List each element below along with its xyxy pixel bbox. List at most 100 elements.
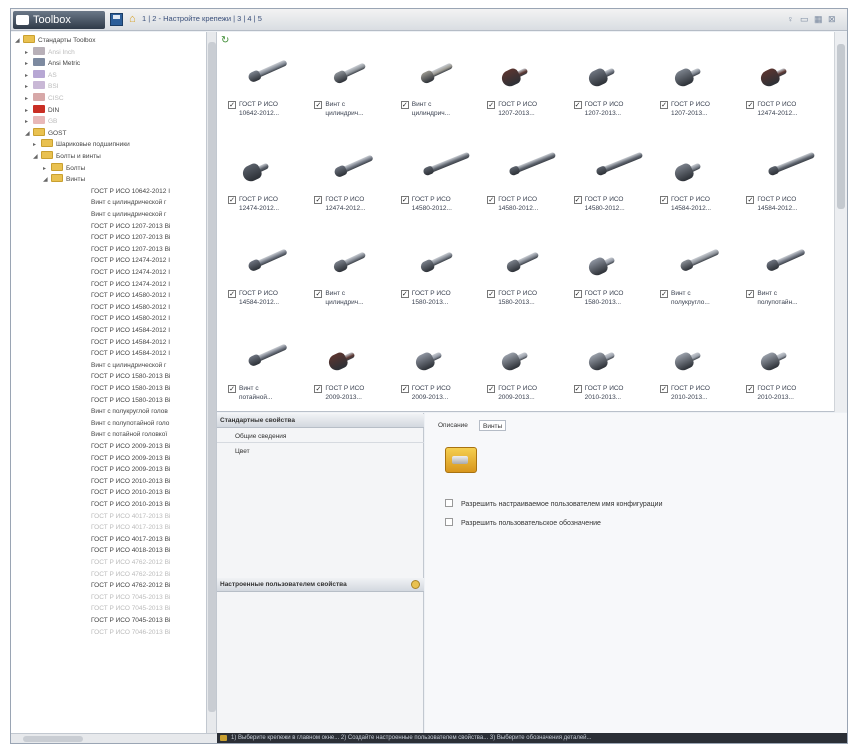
tree-standard-cisc[interactable]: ▸ CISC bbox=[25, 93, 64, 104]
tree-standard-din[interactable]: ▸ DIN bbox=[25, 104, 59, 117]
fastener-item[interactable]: ✓ ГОСТ Р ИСО 14584-2012... bbox=[225, 241, 297, 331]
expand-arrow-icon[interactable]: ▸ bbox=[25, 59, 33, 70]
fastener-checkbox[interactable]: ✓ bbox=[314, 101, 323, 109]
fastener-item[interactable]: ✓ ГОСТ Р ИСО 2010-2013... bbox=[657, 335, 729, 426]
tree-item[interactable]: Винт с потайной головкої bbox=[91, 429, 167, 440]
fastener-checkbox[interactable]: ✓ bbox=[487, 101, 496, 109]
fastener-item[interactable]: ✓ ГОСТ Р ИСО 12474-2012... bbox=[311, 146, 383, 237]
tree-item[interactable]: Винт с полукруглой голов bbox=[91, 406, 168, 417]
close-icon[interactable]: ⊠ bbox=[828, 14, 836, 25]
fastener-thumbnail[interactable] bbox=[235, 241, 288, 285]
fastener-item[interactable]: ✓ Винт с цилиндрич... bbox=[398, 52, 470, 142]
tree-subcategory[interactable]: ▸ Болты bbox=[43, 162, 85, 174]
fastener-thumbnail[interactable] bbox=[580, 146, 643, 191]
tree-standard-ansi-metric[interactable]: ▸ Ansi Metric bbox=[25, 58, 80, 69]
tree-item[interactable]: ГОСТ Р ИСО 4017-2013 Ві bbox=[91, 522, 170, 533]
expand-arrow-icon[interactable]: ▸ bbox=[25, 106, 33, 117]
tree-item[interactable]: ГОСТ Р ИСО 1580-2013 Ві bbox=[91, 383, 170, 394]
option-custom-designation[interactable]: Разрешить пользовательское обозначение bbox=[445, 518, 601, 528]
tree-item[interactable]: ГОСТ Р ИСО 4018-2013 Ві bbox=[91, 545, 170, 556]
fastener-checkbox[interactable]: ✓ bbox=[314, 290, 323, 298]
fastener-checkbox[interactable]: ✓ bbox=[400, 195, 409, 204]
fastener-thumbnail[interactable] bbox=[321, 335, 372, 380]
tree-horizontal-scrollbar[interactable] bbox=[11, 733, 217, 743]
fastener-checkbox[interactable]: ✓ bbox=[573, 101, 582, 109]
tree-item[interactable]: Винт с полупотайной голо bbox=[91, 418, 169, 429]
fastener-item[interactable]: ✓ ГОСТ Р ИСО 14580-2012... bbox=[398, 146, 471, 237]
fastener-thumbnail[interactable] bbox=[235, 335, 288, 380]
fastener-checkbox[interactable]: ✓ bbox=[400, 384, 409, 393]
fastener-checkbox[interactable]: ✓ bbox=[228, 101, 236, 109]
tree-item[interactable]: ГОСТ Р ИСО 4762-2012 Ві bbox=[91, 557, 170, 568]
home-icon[interactable]: ⌂ bbox=[129, 13, 141, 25]
tree-item[interactable]: ГОСТ Р ИСО 7045-2013 Ві bbox=[91, 615, 170, 626]
checkbox[interactable] bbox=[445, 499, 453, 507]
tree-item[interactable]: ГОСТ Р ИСО 14580-2012 I bbox=[91, 313, 170, 324]
expand-arrow-icon[interactable]: ▸ bbox=[25, 48, 33, 59]
tree-item[interactable]: ГОСТ Р ИСО 4762-2012 Ві bbox=[91, 569, 170, 580]
scroll-thumb[interactable] bbox=[208, 42, 216, 712]
collapse-arrow-icon[interactable]: ◢ bbox=[15, 36, 23, 47]
tree-item[interactable]: Винт с цилиндрической г bbox=[91, 197, 166, 208]
fastener-thumbnail[interactable] bbox=[667, 52, 717, 96]
tree-item[interactable]: ГОСТ Р ИСО 2010-2013 Ві bbox=[91, 499, 170, 510]
fastener-thumbnail[interactable] bbox=[580, 52, 631, 96]
tab-screws[interactable]: Винты bbox=[479, 420, 507, 431]
expand-arrow-icon[interactable]: ▸ bbox=[25, 117, 33, 128]
tree-item[interactable]: ГОСТ Р ИСО 2009-2013 Ві bbox=[91, 453, 170, 464]
fastener-checkbox[interactable]: ✓ bbox=[660, 290, 668, 298]
tree-item[interactable]: ГОСТ Р ИСО 1580-2013 Ві bbox=[91, 395, 170, 406]
collapse-arrow-icon[interactable]: ◢ bbox=[25, 129, 33, 140]
tree-category[interactable]: ▸ Шариковые подшипники bbox=[33, 139, 130, 150]
tree-standard-as[interactable]: ▸ AS bbox=[25, 69, 57, 81]
fastener-item[interactable]: ✓ Винт с потайной... bbox=[225, 335, 297, 426]
fastener-item[interactable]: ✓ ГОСТ Р ИСО 2010-2013... bbox=[571, 335, 643, 426]
tree-category[interactable]: ◢ Болты и винты bbox=[33, 151, 101, 162]
tree-item[interactable]: ГОСТ Р ИСО 14584-2012 I bbox=[91, 325, 170, 336]
tree-item[interactable]: ГОСТ Р ИСО 14584-2012 I bbox=[91, 348, 170, 359]
fastener-thumbnail[interactable] bbox=[407, 335, 458, 380]
tree-item[interactable]: ГОСТ Р ИСО 12474-2012 I bbox=[91, 279, 170, 290]
fastener-checkbox[interactable]: ✓ bbox=[573, 195, 582, 204]
tree-item[interactable]: ГОСТ Р ИСО 1207-2013 Ві bbox=[91, 244, 170, 255]
tree-item[interactable]: ГОСТ Р ИСО 12474-2012 I bbox=[91, 267, 170, 278]
tree-item[interactable]: ГОСТ Р ИСО 1580-2013 Ві bbox=[91, 371, 170, 382]
fastener-thumbnail[interactable] bbox=[580, 335, 631, 380]
general-info-row[interactable]: Общие сведения bbox=[217, 431, 424, 443]
tree-item[interactable]: ГОСТ Р ИСО 7046-2013 Ві bbox=[91, 627, 170, 638]
grid-vertical-scrollbar[interactable] bbox=[834, 32, 847, 412]
color-row[interactable]: Цвет bbox=[217, 446, 424, 458]
expand-arrow-icon[interactable]: ▸ bbox=[25, 94, 33, 105]
fastener-item[interactable]: ✓ ГОСТ Р ИСО 1580-2013... bbox=[484, 241, 556, 331]
standards-tree[interactable]: ◢ Стандарты Toolbox ▸ Ansi Inch ▸ Ansi Metric… bbox=[11, 32, 207, 733]
fastener-checkbox[interactable]: ✓ bbox=[314, 195, 323, 204]
fastener-checkbox[interactable]: ✓ bbox=[400, 101, 409, 109]
tree-item[interactable]: ГОСТ Р ИСО 1207-2013 Ві bbox=[91, 221, 170, 232]
fastener-item[interactable]: ✓ ГОСТ Р ИСО 12474-2012... bbox=[225, 146, 297, 237]
fastener-thumbnail[interactable] bbox=[321, 146, 375, 191]
fastener-checkbox[interactable]: ✓ bbox=[746, 384, 755, 393]
fastener-item[interactable]: ✓ Винт с цилиндрич... bbox=[311, 52, 383, 142]
tab-description[interactable]: Описание bbox=[435, 420, 471, 431]
fastener-thumbnail[interactable] bbox=[235, 52, 288, 96]
fastener-item[interactable]: ✓ ГОСТ Р ИСО 12474-2012... bbox=[743, 52, 815, 142]
fastener-thumbnail[interactable] bbox=[494, 241, 545, 285]
fastener-item[interactable]: ✓ ГОСТ Р ИСО 2009-2013... bbox=[484, 335, 556, 426]
pin-icon[interactable]: ♀ bbox=[787, 14, 794, 24]
fastener-thumbnail[interactable] bbox=[494, 146, 557, 191]
tree-standard-gb[interactable]: ▸ GB bbox=[25, 116, 57, 127]
tree-item[interactable]: ГОСТ Р ИСО 4017-2013 Ві bbox=[91, 511, 170, 522]
fastener-checkbox[interactable]: ✓ bbox=[660, 101, 668, 109]
fastener-checkbox[interactable]: ✓ bbox=[228, 384, 236, 393]
expand-arrow-icon[interactable]: ▸ bbox=[33, 140, 41, 151]
tree-item[interactable]: ГОСТ Р ИСО 2010-2013 Ві bbox=[91, 487, 170, 498]
fastener-thumbnail[interactable] bbox=[321, 241, 372, 285]
grid-icon[interactable]: ▦ bbox=[814, 14, 823, 25]
fastener-checkbox[interactable]: ✓ bbox=[660, 195, 668, 204]
fastener-checkbox[interactable]: ✓ bbox=[228, 195, 236, 204]
fastener-checkbox[interactable]: ✓ bbox=[314, 384, 323, 393]
fastener-checkbox[interactable]: ✓ bbox=[746, 195, 755, 204]
tree-subcategory[interactable]: ◢ Винты bbox=[43, 174, 85, 185]
fastener-thumbnail[interactable] bbox=[753, 52, 804, 96]
fastener-thumbnail[interactable] bbox=[321, 52, 372, 96]
